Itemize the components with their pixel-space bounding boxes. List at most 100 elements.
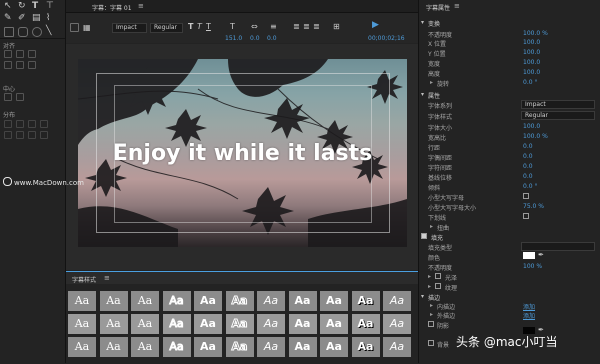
texture-expand-icon[interactable]: ▸ <box>428 283 431 290</box>
align-right-icon[interactable] <box>28 50 36 58</box>
sheen-checkbox[interactable] <box>435 273 441 279</box>
fill-checkbox[interactable] <box>421 233 427 239</box>
distribute-top-icon[interactable] <box>4 131 12 139</box>
leading-icon[interactable]: ≡ <box>270 22 277 31</box>
vertical-type-tool-icon[interactable]: ⊤ <box>46 2 54 11</box>
style-swatch[interactable]: Aa <box>257 314 285 334</box>
style-swatch[interactable]: Aa <box>257 291 285 311</box>
font-style-dropdown[interactable]: Regular <box>521 111 595 120</box>
eyedropper-icon[interactable]: ✒ <box>538 251 544 259</box>
font-family-dropdown[interactable]: Impact <box>521 100 595 109</box>
style-swatch[interactable]: Aa <box>131 337 159 357</box>
style-swatch[interactable]: Aa <box>99 314 128 334</box>
leading-value[interactable]: 0.0 <box>267 35 277 42</box>
rotate-tool-icon[interactable]: ↻ <box>18 2 26 11</box>
selection-tool-icon[interactable]: ↖ <box>4 2 12 11</box>
style-swatch[interactable]: Aa <box>351 314 380 334</box>
align-left-icon[interactable] <box>4 50 12 58</box>
pen-tool-icon[interactable]: ✎ <box>4 14 12 23</box>
style-swatch[interactable]: Aa <box>131 314 159 334</box>
italic-icon[interactable]: T <box>197 22 202 31</box>
style-swatch[interactable]: Aa <box>320 337 348 357</box>
stroke-header[interactable]: 描边 <box>428 293 440 302</box>
leading-prop-value[interactable]: 0.0 <box>523 143 533 150</box>
properties-menu-icon[interactable]: ≡ <box>454 2 460 10</box>
bold-icon[interactable]: T <box>188 22 193 31</box>
kerning-value[interactable]: 0.0 <box>250 35 260 42</box>
underline-checkbox[interactable] <box>523 213 529 219</box>
opacity-value[interactable]: 100.0 % <box>523 30 548 37</box>
style-swatch[interactable]: Aa <box>194 291 222 311</box>
new-title-icon[interactable] <box>70 23 79 32</box>
style-swatch[interactable]: Aa <box>351 291 380 311</box>
ellipse-tool-icon[interactable] <box>32 27 42 37</box>
style-swatch[interactable]: Aa <box>225 291 254 311</box>
distribute-vertical-icon[interactable] <box>40 131 48 139</box>
outer-stroke-add-link[interactable]: 添加 <box>523 311 535 320</box>
style-swatch[interactable]: Aa <box>225 314 254 334</box>
font-size-value[interactable]: 151.0 <box>225 35 242 42</box>
center-vertical-icon[interactable] <box>16 93 24 101</box>
align-right-text-icon[interactable]: ≣ <box>313 22 320 31</box>
small-caps-checkbox[interactable] <box>523 193 529 199</box>
style-swatch[interactable]: Aa <box>131 291 159 311</box>
tracking-value[interactable]: 0.0 <box>523 163 533 170</box>
distort-expand-icon[interactable]: ▸ <box>430 223 433 230</box>
x-position-value[interactable]: 100.0 <box>523 39 540 46</box>
attributes-header[interactable]: 属性 <box>428 91 440 100</box>
type-tool-icon[interactable]: T <box>32 2 38 11</box>
line-tool-icon[interactable]: ╲ <box>46 27 51 36</box>
align-center-icon[interactable] <box>16 50 24 58</box>
font-style-select[interactable]: Regular <box>150 23 183 33</box>
style-swatch[interactable]: Aa <box>257 337 285 357</box>
sheen-expand-icon[interactable]: ▸ <box>428 273 431 280</box>
distribute-left-icon[interactable] <box>4 120 12 128</box>
style-swatch[interactable]: Aa <box>288 337 317 357</box>
fill-color-swatch[interactable] <box>523 252 535 259</box>
style-swatch[interactable]: Aa <box>162 314 191 334</box>
width-value[interactable]: 100.0 <box>523 59 540 66</box>
inner-stroke-expand-icon[interactable]: ▸ <box>430 302 433 309</box>
style-swatch[interactable]: Aa <box>162 337 191 357</box>
style-swatch[interactable]: Aa <box>68 314 96 334</box>
texture-checkbox[interactable] <box>435 283 441 289</box>
center-horizontal-icon[interactable] <box>4 93 12 101</box>
height-value[interactable]: 100.0 <box>523 69 540 76</box>
fill-type-dropdown[interactable] <box>521 242 595 251</box>
style-swatch[interactable]: Aa <box>225 337 254 357</box>
rectangle-tool-icon[interactable] <box>4 27 14 37</box>
y-position-value[interactable]: 100.0 <box>523 49 540 56</box>
style-swatch[interactable]: Aa <box>68 337 96 357</box>
aspect-value[interactable]: 100.0 % <box>523 133 548 140</box>
stroke-expand-icon[interactable]: ▾ <box>421 293 424 300</box>
title-menu-icon[interactable]: ≡ <box>138 2 144 10</box>
style-swatch[interactable]: Aa <box>194 314 222 334</box>
align-bottom-icon[interactable] <box>28 61 36 69</box>
title-canvas[interactable]: Enjoy it while it lasts <box>78 59 407 247</box>
style-swatch[interactable]: Aa <box>383 337 411 357</box>
distribute-horizontal-icon[interactable] <box>40 120 48 128</box>
roll-crawl-icon[interactable]: ▦ <box>83 23 91 32</box>
path-type-icon[interactable]: ⌇ <box>46 14 50 23</box>
background-checkbox[interactable] <box>428 340 434 346</box>
style-swatch[interactable]: Aa <box>288 314 317 334</box>
align-top-icon[interactable] <box>4 61 12 69</box>
title-tab[interactable]: 字幕：字幕 01 <box>92 3 132 12</box>
distribute-middle-icon[interactable] <box>16 131 24 139</box>
font-size-prop-value[interactable]: 100.0 <box>523 123 540 130</box>
style-swatch[interactable]: Aa <box>320 291 348 311</box>
kerning-icon[interactable]: ⇔ <box>251 22 258 31</box>
add-anchor-icon[interactable]: ✐ <box>18 14 26 23</box>
fill-opacity-value[interactable]: 100 % <box>523 263 542 270</box>
distribute-bottom-icon[interactable] <box>28 131 36 139</box>
inner-stroke-add-link[interactable]: 添加 <box>523 302 535 311</box>
style-swatch[interactable]: Aa <box>351 337 380 357</box>
shadow-checkbox[interactable] <box>428 321 434 327</box>
small-caps-size-value[interactable]: 75.0 % <box>523 203 544 210</box>
style-swatch[interactable]: Aa <box>320 314 348 334</box>
attributes-expand-icon[interactable]: ▾ <box>421 91 424 98</box>
title-text[interactable]: Enjoy it while it lasts <box>78 141 407 166</box>
skew-value[interactable]: 0.0 ° <box>523 183 537 190</box>
kerning-prop-value[interactable]: 0.0 <box>523 153 533 160</box>
transform-expand-icon[interactable]: ▾ <box>421 19 424 26</box>
